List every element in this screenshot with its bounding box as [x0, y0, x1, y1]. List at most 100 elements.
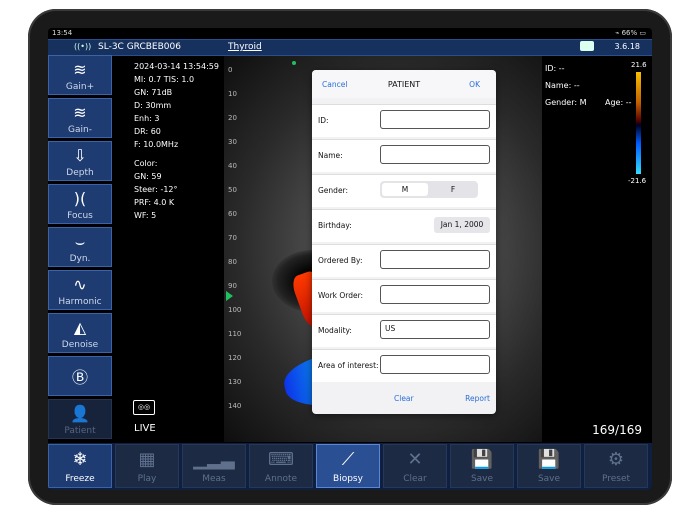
- id-label: ID:: [318, 116, 329, 125]
- clear-button[interactable]: ✕ Clear: [383, 444, 447, 488]
- ok-button[interactable]: OK: [469, 80, 480, 89]
- focus-button[interactable]: )( Focus: [48, 184, 112, 224]
- param-line: MI: 0.7 TIS: 1.0: [134, 75, 195, 84]
- param-line: WF: 5: [134, 211, 157, 220]
- keyboard-icon: ⌨: [268, 449, 294, 470]
- focus-marker[interactable]: [226, 291, 233, 301]
- work-order-field[interactable]: [380, 285, 490, 304]
- depth-tick: 110: [228, 330, 242, 338]
- patient-gender: Gender: M: [545, 98, 587, 107]
- ordered-by-label: Ordered By:: [318, 256, 363, 265]
- snowflake-icon: ❄: [72, 449, 88, 470]
- param-line: DR: 60: [134, 127, 161, 136]
- preset-button[interactable]: ⚙ Preset: [584, 444, 648, 488]
- work-order-label: Work Order:: [318, 291, 364, 300]
- b-mode-icon: Ⓑ: [71, 368, 88, 387]
- depth-tick: 60: [228, 210, 237, 218]
- modality-field[interactable]: US: [380, 320, 490, 339]
- depth-tick: 100: [228, 306, 242, 314]
- wireless-probe-icon: ((•)): [74, 42, 92, 51]
- denoise-button[interactable]: ◭ Denoise: [48, 313, 112, 353]
- param-line: 2024-03-14 13:54:59: [134, 62, 219, 71]
- name-row: Name:: [312, 139, 496, 172]
- ruler-icon: ▁▂▃: [193, 449, 235, 470]
- birthday-picker[interactable]: Jan 1, 2000: [434, 217, 490, 233]
- dialog-header: Cancel PATIENT OK: [312, 70, 496, 98]
- dialog-footer: Clear Report: [312, 386, 496, 414]
- clear-form-button[interactable]: Clear: [394, 394, 414, 403]
- play-button[interactable]: ▦ Play: [115, 444, 179, 488]
- report-button[interactable]: Report: [465, 394, 490, 403]
- preset-selector[interactable]: Thyroid: [228, 42, 262, 52]
- harmonic-icon: ∿: [73, 275, 87, 294]
- area-field[interactable]: [380, 355, 490, 374]
- name-field[interactable]: [380, 145, 490, 164]
- battery-level: ⌁ 66% ▭: [615, 29, 646, 37]
- gain-minus-icon: ≋: [73, 103, 87, 122]
- area-row: Area of interest:: [312, 349, 496, 382]
- depth-tick: 120: [228, 354, 242, 362]
- focus-icon: )(: [73, 189, 87, 208]
- biopsy-button[interactable]: ⟋ Biopsy: [316, 444, 380, 488]
- screenshot-icon[interactable]: [580, 41, 594, 51]
- id-field[interactable]: [380, 110, 490, 129]
- gender-m-option[interactable]: M: [382, 183, 428, 196]
- dynamic-range-icon: ⌣: [74, 232, 86, 251]
- gain-plus-button[interactable]: ≋ Gain+: [48, 55, 112, 95]
- save-image-button[interactable]: 💾 Save: [450, 444, 514, 488]
- clock: 13:54: [52, 29, 73, 37]
- patient-age: Age: --: [605, 98, 632, 107]
- b-mode-button[interactable]: Ⓑ: [48, 356, 112, 396]
- clear-x-icon: ✕: [407, 449, 423, 470]
- patient-id: ID: --: [545, 64, 565, 73]
- gender-label: Gender:: [318, 186, 349, 195]
- ordered-by-row: Ordered By:: [312, 244, 496, 277]
- area-label: Area of interest:: [318, 361, 379, 370]
- depth-tick: 140: [228, 402, 242, 410]
- gain-minus-button[interactable]: ≋ Gain-: [48, 98, 112, 138]
- depth-tick: 90: [228, 282, 237, 290]
- dynamic-range-button[interactable]: ⌣ Dyn.: [48, 227, 112, 267]
- depth-button[interactable]: ⇩ Depth: [48, 141, 112, 181]
- param-line: GN: 71dB: [134, 88, 173, 97]
- patient-name: Name: --: [545, 81, 580, 90]
- measure-button[interactable]: ▁▂▃ Meas: [182, 444, 246, 488]
- title-bar: ((•)) SL-3C GRCBEB006 Thyroid 3.6.18: [48, 39, 652, 56]
- cine-icon: ◎◎: [133, 400, 155, 415]
- freeze-button[interactable]: ❄ Freeze: [48, 444, 112, 488]
- patient-dialog: Cancel PATIENT OK ID: Name: Gender: M F …: [312, 70, 496, 414]
- depth-tick: 10: [228, 90, 237, 98]
- color-scale-bar: [636, 72, 641, 174]
- save-video-button[interactable]: 💾 Save: [517, 444, 581, 488]
- gender-row: Gender: M F: [312, 174, 496, 207]
- live-indicator: LIVE: [134, 423, 156, 434]
- param-line: D: 30mm: [134, 101, 172, 110]
- imaging-parameters: 2024-03-14 13:54:59 MI: 0.7 TIS: 1.0 GN:…: [134, 60, 219, 222]
- depth-tick: 30: [228, 138, 237, 146]
- birthday-label: Birthday:: [318, 221, 352, 230]
- depth-tick: 20: [228, 114, 237, 122]
- param-line: F: 10.0MHz: [134, 140, 179, 149]
- depth-tick: 40: [228, 162, 237, 170]
- biopsy-icon: ⟋: [341, 449, 355, 470]
- orientation-marker: [292, 61, 296, 65]
- birthday-row: Birthday: Jan 1, 2000: [312, 209, 496, 242]
- param-line: Steer: -12°: [134, 185, 178, 194]
- param-line: PRF: 4.0 K: [134, 198, 175, 207]
- harmonic-button[interactable]: ∿ Harmonic: [48, 270, 112, 310]
- depth-tick: 70: [228, 234, 237, 242]
- app-screen: 13:54 ⌁ 66% ▭ ((•)) SL-3C GRCBEB006 Thyr…: [48, 28, 652, 490]
- work-order-row: Work Order:: [312, 279, 496, 312]
- gain-plus-icon: ≋: [73, 60, 87, 79]
- version-label: 3.6.18: [614, 42, 640, 51]
- gender-f-option[interactable]: F: [430, 183, 476, 196]
- patient-button[interactable]: 👤 Patient: [48, 399, 112, 439]
- device-name: SL-3C GRCBEB006: [98, 42, 181, 52]
- modality-label: Modality:: [318, 326, 352, 335]
- patient-info-overlay: ID: -- Name: -- Gender: M Age: --: [545, 60, 631, 111]
- gear-icon: ⚙: [607, 449, 625, 470]
- modality-row: Modality: US: [312, 314, 496, 347]
- annotate-button[interactable]: ⌨ Annote: [249, 444, 313, 488]
- depth-tick: 130: [228, 378, 242, 386]
- ordered-by-field[interactable]: [380, 250, 490, 269]
